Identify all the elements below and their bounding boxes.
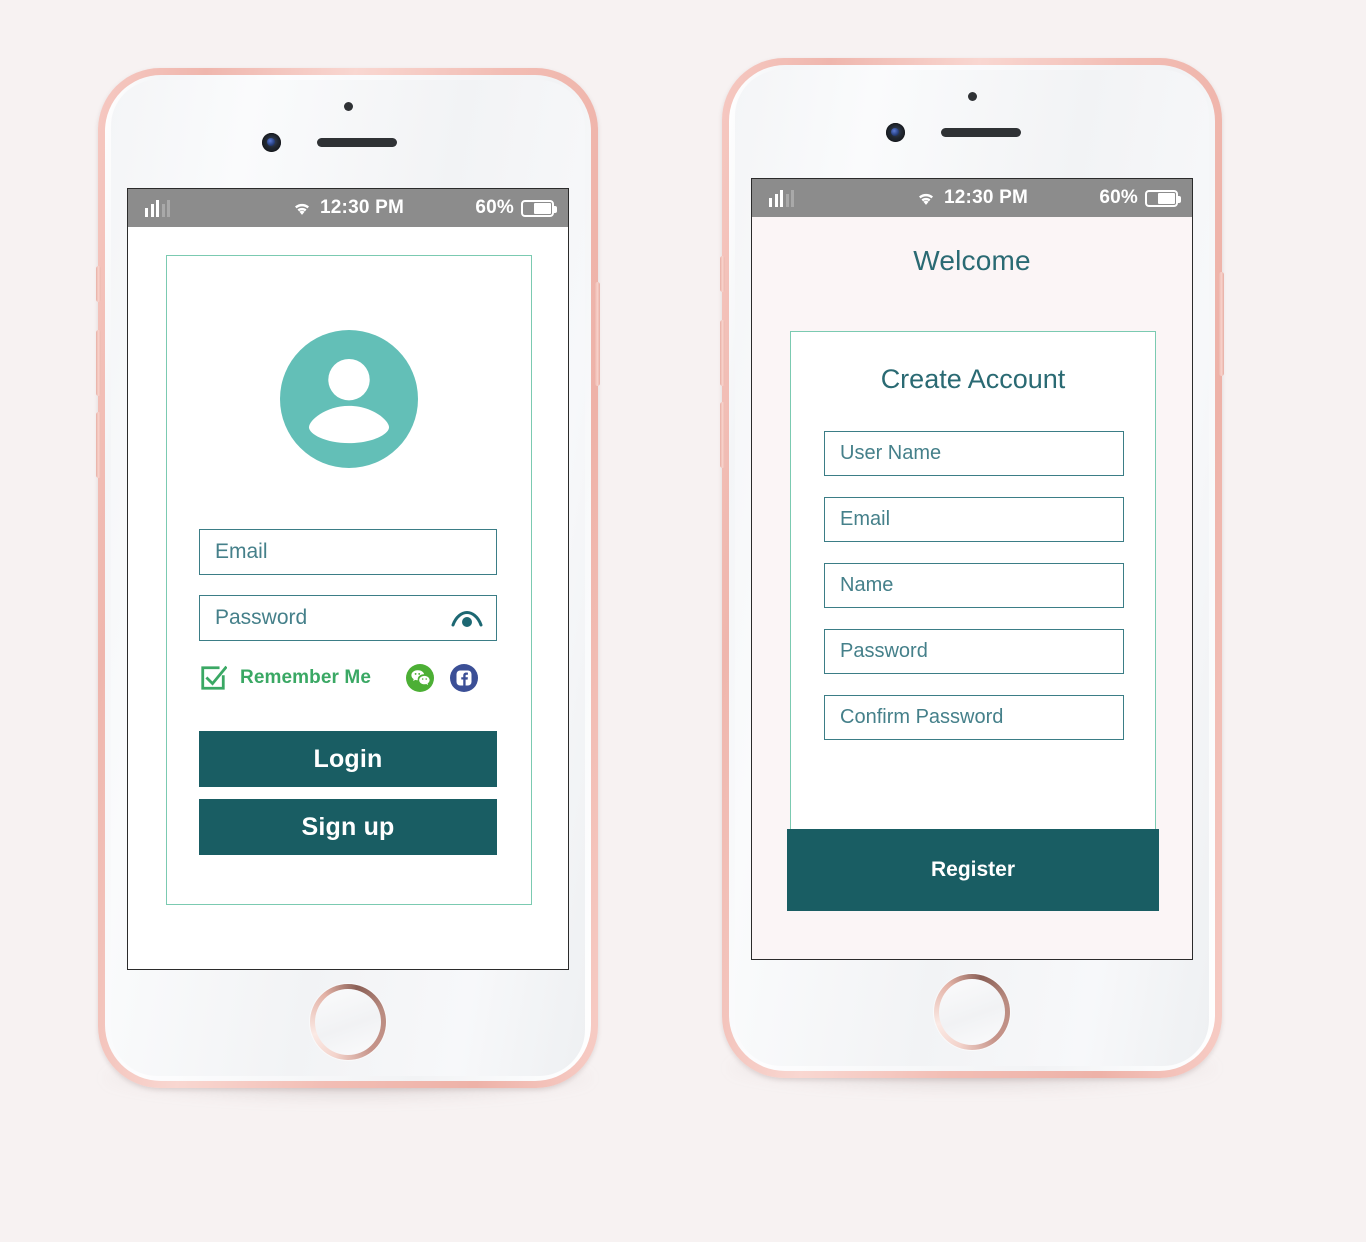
email-field-placeholder: Email [840,508,891,530]
email-field[interactable]: Email [199,529,497,575]
front-camera-icon [886,123,905,142]
volume-up-button[interactable] [96,330,101,396]
create-account-title: Create Account [880,364,1066,394]
home-button-icon[interactable] [934,974,1010,1050]
phone-device-login: 12:30 PM 60% Email Password Remember Me … [96,68,600,1102]
user-name-field-placeholder: User Name [840,442,942,464]
volume-down-button[interactable] [96,412,101,478]
front-camera-icon [262,133,281,152]
password-field[interactable]: Password [824,629,1124,674]
volume-down-button[interactable] [720,402,725,468]
battery-icon [521,199,557,217]
wifi-icon [919,193,934,205]
email-field[interactable]: Email [824,497,1124,542]
login-button[interactable]: Login [199,731,497,787]
wechat-icon[interactable] [405,663,435,693]
name-field-placeholder: Name [840,574,894,596]
checkbox-checked-icon[interactable] [199,664,227,692]
email-field-placeholder: Email [215,540,268,563]
battery-percent-label: 60% [475,197,514,218]
screen-login: 12:30 PM 60% Email Password Remember Me … [127,188,569,970]
signup-button[interactable]: Sign up [199,799,497,855]
power-button[interactable] [1219,272,1224,376]
status-bar-time: 12:30 PM [944,187,1028,208]
volume-up-button[interactable] [720,320,725,386]
login-app-area: Email Password Remember Me Login Sign up [128,227,568,969]
password-field-placeholder: Password [840,640,928,662]
status-bar: 12:30 PM 60% [752,179,1192,217]
social-login-icons [405,663,497,693]
status-bar-center: 12:30 PM [292,197,404,219]
signal-bars-icon [145,199,170,217]
phone-device-register: 12:30 PM 60% Welcome Create Account User… [720,58,1224,1092]
name-field[interactable]: Name [824,563,1124,608]
battery-percent-label: 60% [1099,187,1138,208]
home-button-icon[interactable] [310,984,386,1060]
wifi-icon [295,203,310,215]
proximity-sensor-icon [344,102,353,111]
proximity-sensor-icon [968,92,977,101]
power-button[interactable] [595,282,600,386]
battery-icon [1145,189,1181,207]
eye-icon[interactable] [451,609,483,628]
status-bar-time: 12:30 PM [320,197,404,218]
confirm-password-field-placeholder: Confirm Password [840,706,1004,728]
silent-switch[interactable] [720,256,725,292]
status-bar-center: 12:30 PM [916,187,1028,209]
password-field[interactable]: Password [199,595,497,641]
screen-register: 12:30 PM 60% Welcome Create Account User… [751,178,1193,960]
earpiece-speaker-icon [941,128,1021,137]
signal-bars-icon [769,189,794,207]
status-bar-right: 60% [475,197,557,219]
battery-fill [533,202,551,214]
login-card: Email Password Remember Me Login Sign up [166,255,532,905]
user-name-field[interactable]: User Name [824,431,1124,476]
earpiece-speaker-icon [317,138,397,147]
remember-me-label: Remember Me [240,667,371,688]
register-app-area: Welcome Create Account User Name Email N… [752,217,1192,959]
welcome-title: Welcome [913,245,1031,276]
register-button[interactable]: Register [787,829,1159,911]
confirm-password-field[interactable]: Confirm Password [824,695,1124,740]
user-avatar-icon [280,330,418,468]
status-bar: 12:30 PM 60% [128,189,568,227]
password-field-placeholder: Password [215,606,308,629]
create-account-card: Create Account User Name Email Name Pass… [790,331,1156,834]
status-bar-right: 60% [1099,187,1181,209]
remember-me-row: Remember Me [199,661,497,695]
battery-fill [1157,192,1175,204]
facebook-icon[interactable] [449,663,479,693]
silent-switch[interactable] [96,266,101,302]
